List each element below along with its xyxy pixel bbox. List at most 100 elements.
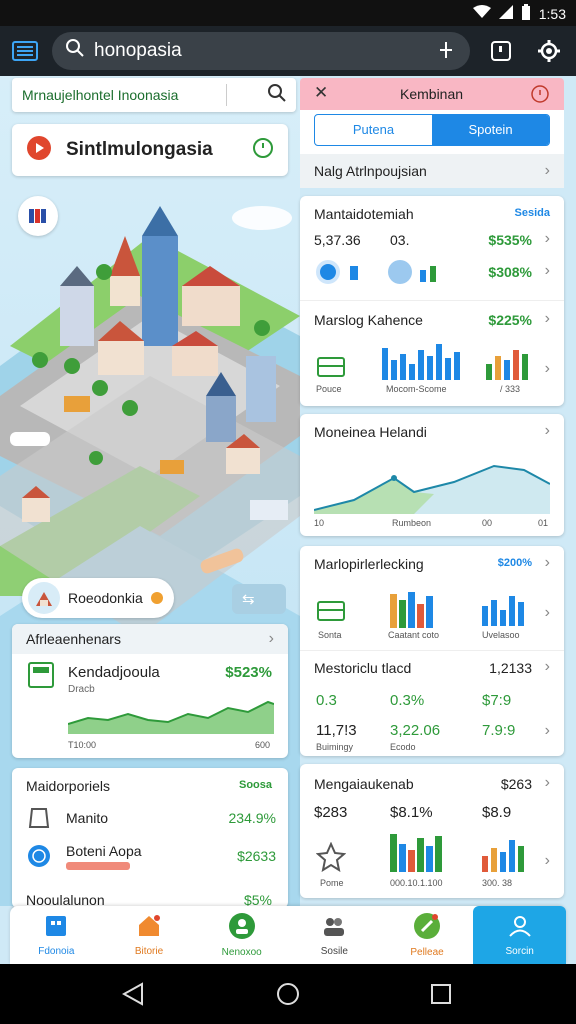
chevron-right-icon[interactable]: › — [545, 230, 550, 248]
list-item[interactable]: Manito 234.9% — [26, 802, 276, 834]
gear-icon — [538, 40, 560, 62]
status-badge — [66, 861, 130, 870]
search-query: honopasia — [94, 40, 182, 61]
chart-label: Mocom-Scome — [386, 384, 447, 394]
location-popup[interactable]: Roeodonkia — [22, 578, 174, 618]
chevron-right-icon[interactable]: › — [545, 162, 550, 180]
chevron-right-icon[interactable]: › — [545, 310, 550, 328]
divider — [225, 84, 227, 106]
wifi-icon — [472, 5, 491, 23]
close-icon[interactable]: ✕ — [314, 83, 328, 103]
card1-v1: 5,37.36 — [314, 232, 361, 248]
map-controls[interactable]: ⇆ — [232, 584, 286, 614]
card3-row2-value: 1,2133 — [489, 660, 532, 676]
search-row-label: Nalg Atrlnpoujsian — [314, 163, 427, 179]
small-square-icon — [350, 266, 358, 280]
right-header-title: Kembinan — [400, 86, 464, 102]
nav-label: Nenoxoo — [221, 947, 262, 958]
card4-row-value: $8.1% — [390, 804, 433, 821]
nav-item-history[interactable]: Bitorie — [103, 906, 196, 964]
globe-icon — [26, 843, 52, 869]
place-card[interactable]: Sintlmulongasia — [12, 124, 288, 176]
location-label: Roeodonkia — [68, 590, 143, 606]
grid-value: $7:9 — [482, 692, 512, 709]
segment-putena[interactable]: Putena — [315, 115, 432, 145]
chevron-right-icon[interactable]: › — [545, 774, 550, 792]
chevron-right-icon[interactable]: › — [545, 422, 550, 440]
play-icon — [26, 135, 52, 166]
grid-value: 3,22.06 — [390, 722, 441, 739]
menu-button[interactable] — [10, 36, 40, 66]
chevron-right-icon[interactable]: › — [545, 360, 550, 378]
building-icon — [43, 913, 69, 942]
back-icon[interactable] — [121, 982, 144, 1011]
home-icon[interactable] — [276, 982, 300, 1011]
card3-row2-title: Mestoriclu tlacd — [314, 660, 412, 676]
chevron-right-icon[interactable]: › — [545, 658, 550, 676]
chart-label: / 333 — [500, 384, 521, 394]
list-item-value: 234.9% — [228, 810, 276, 826]
nav-label: Pelleae — [410, 947, 444, 958]
tabs-button[interactable] — [486, 36, 516, 66]
nav-item-home[interactable]: Fdonoia — [10, 906, 103, 964]
chart-label: Sonta — [318, 630, 342, 640]
user-icon — [507, 913, 533, 942]
share-icon[interactable]: ⇆ — [242, 590, 255, 608]
line-chart-card[interactable]: Moneinea Helandi › 10 Rumbeon 00 01 — [300, 414, 564, 536]
small-bars-icon — [420, 264, 444, 287]
battery-icon — [521, 4, 531, 24]
chevron-right-icon[interactable]: › — [545, 262, 550, 280]
grid-value: 7.9:9 — [482, 722, 516, 739]
nav-label: Fdonoia — [38, 946, 75, 957]
grid-value: 0.3% — [390, 692, 425, 709]
list-item-label: Manito — [66, 810, 109, 826]
card4-row-value: $8.9 — [482, 804, 512, 821]
nav-item-profile[interactable]: Sorcin — [473, 906, 567, 964]
bottom-nav: Fdonoia Bitorie Nenoxoo Sosile Pelleae S… — [10, 906, 567, 964]
system-nav-bar — [0, 964, 576, 1024]
list-item[interactable]: Boteni Aopa $2633 — [26, 838, 276, 874]
chart-label: 000.10.1.100 — [390, 878, 443, 888]
stats-card[interactable]: Afrleaenhenars › Kendadjooula Dracb $523… — [12, 624, 288, 758]
card1-v2: 03. — [390, 232, 410, 248]
voice-icon[interactable] — [438, 40, 454, 66]
chevron-right-icon[interactable]: › — [545, 604, 550, 622]
nav-item-social[interactable]: Sosile — [288, 906, 381, 964]
info-icon[interactable] — [530, 84, 550, 109]
card3-bar-chart — [390, 592, 433, 628]
nav-item-edit[interactable]: Pelleae — [381, 906, 474, 964]
card3-title: Marlopirlerlecking — [314, 556, 424, 572]
logo-badge[interactable] — [18, 196, 58, 236]
grid-value: 0.3 — [316, 692, 337, 709]
search-row[interactable]: Nalg Atrlnpoujsian › — [300, 154, 564, 188]
segment-spotein[interactable]: Spotein — [432, 115, 549, 145]
chevron-right-icon[interactable]: › — [545, 852, 550, 870]
search-icon[interactable] — [267, 83, 286, 107]
axis-label: Rumbeon — [392, 518, 432, 528]
nav-item-people[interactable]: Nenoxoo — [195, 906, 288, 964]
analytics-card[interactable]: Marlopirlerlecking $200% › › Sonta Caata… — [300, 546, 564, 756]
card1-title: Mantaidotemiah — [314, 206, 414, 222]
chevron-right-icon[interactable]: › — [545, 722, 550, 740]
card1-badge: Sesida — [514, 207, 550, 219]
location-thumb-icon — [28, 582, 60, 614]
recents-icon[interactable] — [430, 983, 452, 1010]
card1-row2-value: $225% — [488, 312, 532, 328]
stats-area-chart — [68, 700, 274, 734]
card1-v4: $308% — [488, 264, 532, 280]
grid-value: 11,7!3 — [316, 722, 357, 739]
toggle-icon — [316, 260, 340, 284]
chevron-right-icon[interactable]: › — [545, 554, 550, 572]
settings-button[interactable] — [534, 36, 564, 66]
search-input[interactable]: honopasia — [52, 32, 470, 70]
card4-title: Mengaiaukenab — [314, 776, 414, 792]
chart-label: Caatant coto — [388, 630, 440, 640]
toggle-icon-2 — [388, 260, 412, 284]
left-header-card: Mrnaujelhontel Inoonasia — [12, 78, 296, 112]
chart-label: Uvelasoo — [482, 630, 520, 640]
signal-icon — [498, 5, 513, 23]
summary-card[interactable]: Mengaiaukenab $263 › $283 $8.1% $8.9 › P… — [300, 764, 564, 898]
metrics-card[interactable]: Mantaidotemiah Sesida 5,37.36 03. $535% … — [300, 196, 564, 406]
chevron-right-icon[interactable]: › — [269, 630, 274, 648]
app-bar: honopasia — [0, 26, 576, 76]
